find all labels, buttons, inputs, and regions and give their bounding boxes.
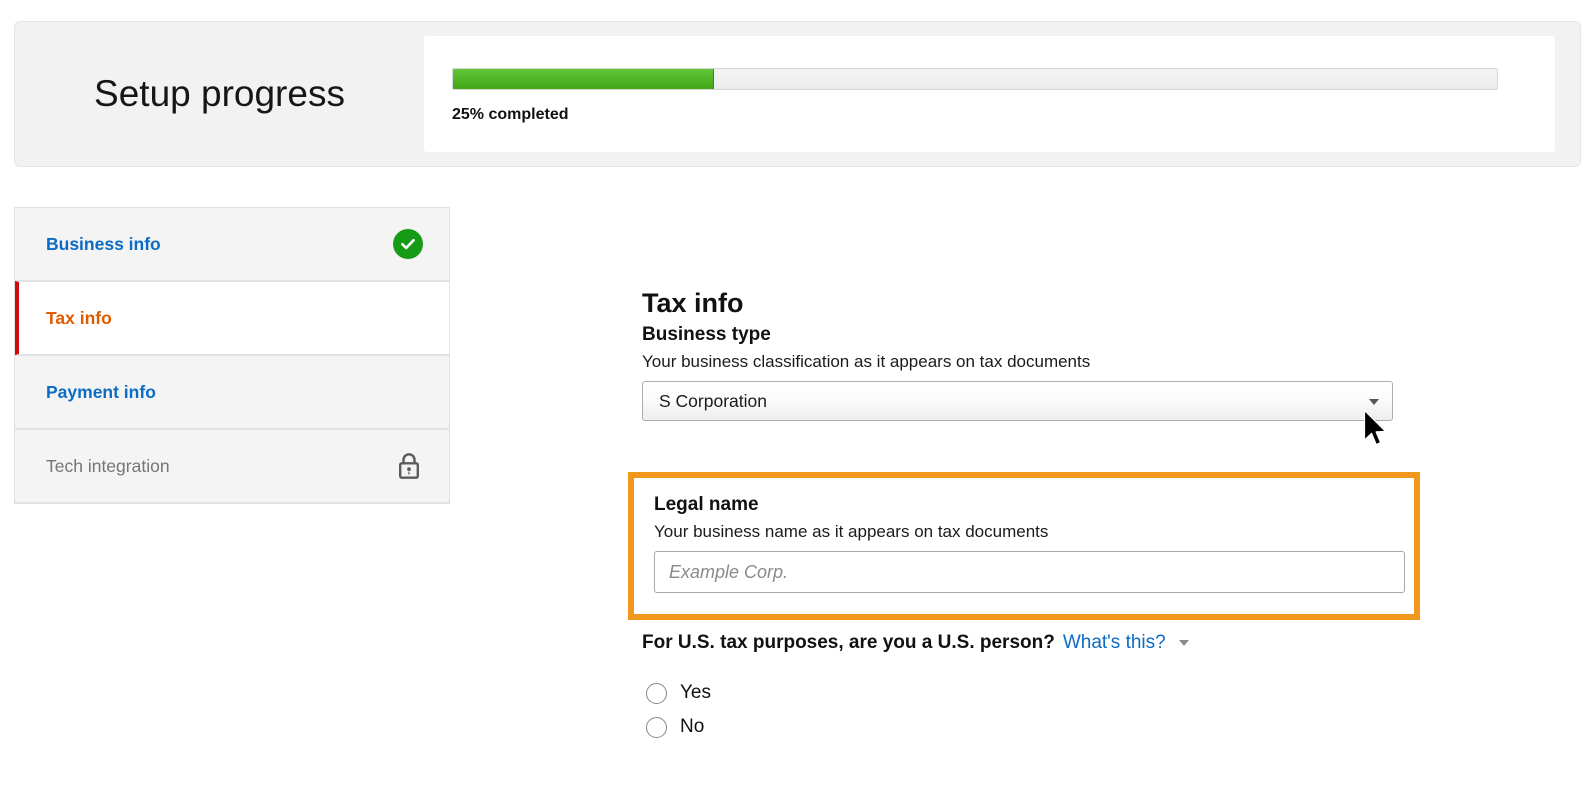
page-title: Setup progress bbox=[94, 73, 345, 114]
business-type-label: Business type bbox=[642, 324, 771, 346]
tax-info-form: Tax info Business type Your business cla… bbox=[628, 288, 1432, 738]
us-person-question-row: For U.S. tax purposes, are you a U.S. pe… bbox=[642, 632, 1189, 654]
sidebar-item-business-info[interactable]: Business info bbox=[15, 207, 449, 281]
sidebar-item-label: Tax info bbox=[46, 307, 112, 328]
radio-circle-icon[interactable] bbox=[646, 716, 667, 738]
chevron-down-icon bbox=[1369, 399, 1379, 406]
setup-sidebar: Business info Tax info Payment info Tech… bbox=[14, 207, 450, 504]
legal-name-input[interactable] bbox=[654, 551, 1405, 594]
radio-option-yes[interactable]: Yes bbox=[646, 676, 711, 710]
progress-caption: 25% completed bbox=[452, 106, 569, 123]
check-circle-icon bbox=[393, 229, 423, 259]
progress-panel: 25% completed bbox=[424, 36, 1555, 152]
sidebar-item-label: Business info bbox=[46, 233, 161, 254]
legal-name-label: Legal name bbox=[654, 494, 759, 515]
us-person-question: For U.S. tax purposes, are you a U.S. pe… bbox=[642, 632, 1055, 653]
legal-name-highlight: Legal name Your business name as it appe… bbox=[628, 472, 1420, 620]
radio-circle-icon[interactable] bbox=[646, 682, 667, 704]
business-type-select[interactable]: S Corporation bbox=[642, 381, 1393, 422]
sidebar-item-label: Tech integration bbox=[46, 455, 170, 476]
setup-progress-card: Setup progress 25% completed bbox=[14, 21, 1581, 167]
radio-option-label: Yes bbox=[680, 682, 711, 703]
us-person-radio-group: Yes No bbox=[646, 676, 711, 744]
setup-progress-title-wrap: Setup progress bbox=[15, 22, 424, 166]
section-title: Tax info bbox=[642, 288, 744, 318]
sidebar-item-tech-integration[interactable]: Tech integration bbox=[15, 429, 449, 503]
business-type-selected-value: S Corporation bbox=[659, 390, 767, 411]
setup-progress-page: Setup progress 25% completed Business in… bbox=[0, 0, 1595, 785]
radio-option-no[interactable]: No bbox=[646, 710, 711, 744]
whats-this-link[interactable]: What's this? bbox=[1063, 632, 1166, 654]
sidebar-item-label: Payment info bbox=[46, 381, 156, 402]
lock-icon bbox=[395, 451, 423, 481]
business-type-description: Your business classification as it appea… bbox=[642, 351, 1091, 371]
legal-name-description: Your business name as it appears on tax … bbox=[654, 521, 1049, 541]
progress-bar-fill bbox=[453, 69, 714, 89]
radio-option-label: No bbox=[680, 716, 705, 737]
chevron-down-icon[interactable] bbox=[1178, 640, 1189, 646]
sidebar-item-payment-info[interactable]: Payment info bbox=[15, 355, 449, 429]
progress-bar-track bbox=[452, 68, 1498, 90]
sidebar-item-tax-info[interactable]: Tax info bbox=[15, 281, 449, 355]
